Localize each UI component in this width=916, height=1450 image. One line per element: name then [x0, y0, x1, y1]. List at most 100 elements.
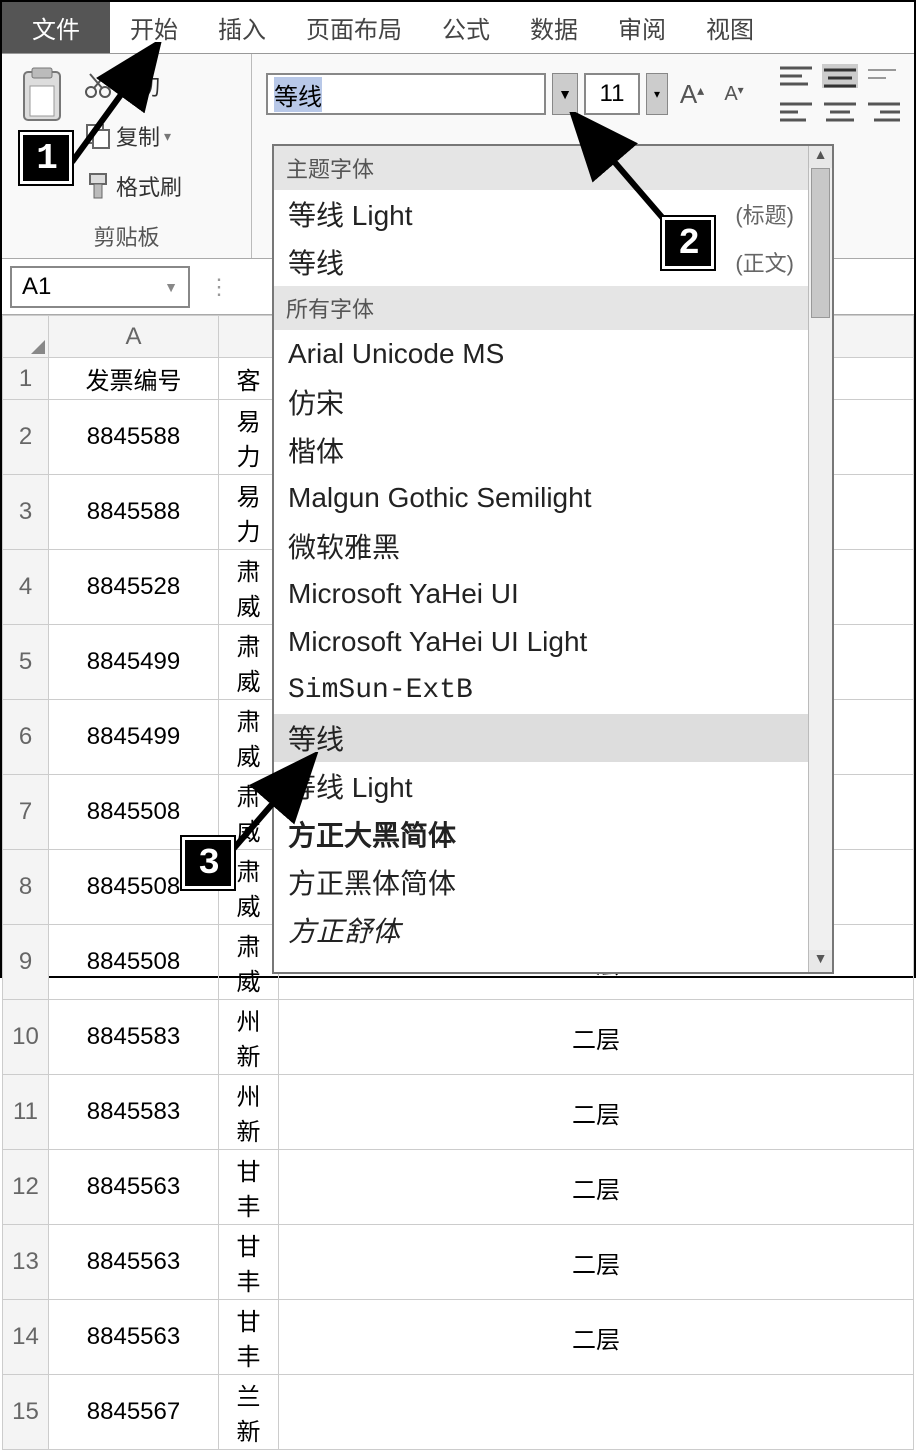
font-item[interactable]: 方正舒体	[274, 906, 808, 954]
increase-font-arrow-icon: ▴	[697, 82, 704, 98]
align-right-icon[interactable]	[866, 100, 902, 124]
font-name-dropdown-button[interactable]: ▼	[552, 73, 578, 115]
cell[interactable]: 客	[219, 358, 279, 400]
font-item[interactable]: Malgun Gothic Semilight	[274, 474, 808, 522]
cell[interactable]: 州新	[219, 1000, 279, 1075]
cell[interactable]: 8845588	[49, 475, 219, 550]
scroll-up-icon[interactable]: ▲	[809, 146, 832, 168]
cell[interactable]: 8845528	[49, 550, 219, 625]
row-header[interactable]: 4	[3, 550, 49, 625]
font-item[interactable]: 方正大黑简体	[274, 810, 808, 858]
cell[interactable]: 二层	[279, 1000, 914, 1075]
cell[interactable]: 8845583	[49, 1000, 219, 1075]
font-item[interactable]: 方正黑体简体	[274, 858, 808, 906]
cell[interactable]: 二层	[279, 1075, 914, 1150]
align-left-icon[interactable]	[778, 100, 814, 124]
align-bottom-icon[interactable]	[866, 64, 902, 88]
cell[interactable]: 州新	[219, 1075, 279, 1150]
cell[interactable]: 8845563	[49, 1225, 219, 1300]
tab-insert[interactable]: 插入	[198, 2, 286, 53]
tab-layout[interactable]: 页面布局	[286, 2, 422, 53]
cell[interactable]: 肃威	[219, 550, 279, 625]
font-item-hovered[interactable]: 等线	[274, 714, 808, 762]
tab-review[interactable]: 审阅	[598, 2, 686, 53]
font-item[interactable]: 等线 Light	[274, 762, 808, 810]
cell[interactable]: 兰新	[219, 1375, 279, 1450]
align-center-icon[interactable]	[822, 100, 858, 124]
chevron-down-icon[interactable]: ▼	[164, 279, 178, 295]
cell[interactable]: 二层	[279, 1225, 914, 1300]
font-item[interactable]: 仿宋	[274, 378, 808, 426]
row-header[interactable]: 12	[3, 1150, 49, 1225]
decrease-font-button[interactable]: A▾	[716, 83, 752, 106]
font-name-combo[interactable]: 等线	[266, 73, 546, 115]
row-header[interactable]: 7	[3, 775, 49, 850]
cell[interactable]: 甘丰	[219, 1225, 279, 1300]
cell[interactable]: 二层	[279, 1150, 914, 1225]
font-dropdown-scrollbar[interactable]: ▲ ▼	[808, 146, 832, 972]
row-header[interactable]: 13	[3, 1225, 49, 1300]
tab-view[interactable]: 视图	[686, 2, 774, 53]
cell[interactable]: 易力	[219, 400, 279, 475]
font-item[interactable]: Microsoft YaHei UI Light	[274, 618, 808, 666]
font-item[interactable]: Microsoft YaHei UI	[274, 570, 808, 618]
row-header[interactable]: 8	[3, 850, 49, 925]
font-item[interactable]: SimSun-ExtB	[274, 666, 808, 714]
font-item-name: 方正舒体	[288, 910, 400, 950]
cell[interactable]: 8845563	[49, 1300, 219, 1375]
font-item[interactable]: Arial Unicode MS	[274, 330, 808, 378]
row-header[interactable]: 2	[3, 400, 49, 475]
font-item-name: 等线 Light	[288, 194, 413, 234]
row-header[interactable]: 5	[3, 625, 49, 700]
cell[interactable]: 肃威	[219, 925, 279, 1000]
cell[interactable]: 8845499	[49, 700, 219, 775]
row-header[interactable]: 11	[3, 1075, 49, 1150]
clipboard-icon	[16, 66, 68, 126]
row-header[interactable]: 10	[3, 1000, 49, 1075]
paintbrush-icon	[84, 172, 112, 200]
format-painter-label: 格式刷	[116, 170, 182, 202]
cell[interactable]: 肃威	[219, 625, 279, 700]
row-header[interactable]: 3	[3, 475, 49, 550]
font-name-value: 等线	[274, 77, 322, 112]
cell[interactable]: 8845588	[49, 400, 219, 475]
font-item-name: 等线	[288, 242, 344, 282]
row-header[interactable]: 14	[3, 1300, 49, 1375]
font-dropdown-panel: 主题字体 等线 Light (标题) 等线 (正文) 所有字体 Arial Un…	[272, 144, 834, 974]
align-middle-icon[interactable]	[822, 64, 858, 88]
tab-data[interactable]: 数据	[510, 2, 598, 53]
cell[interactable]: 甘丰	[219, 1150, 279, 1225]
cell[interactable]: 甘丰	[219, 1300, 279, 1375]
increase-font-button[interactable]: A▴	[674, 79, 710, 110]
cell[interactable]: 8845567	[49, 1375, 219, 1450]
cell[interactable]: 8845499	[49, 625, 219, 700]
column-header-a[interactable]: A	[49, 316, 219, 358]
cell[interactable]: 二层	[279, 1300, 914, 1375]
font-item[interactable]: 楷体	[274, 426, 808, 474]
font-item[interactable]: 微软雅黑	[274, 522, 808, 570]
font-size-combo[interactable]: 11	[584, 73, 640, 115]
cell[interactable]: 8845583	[49, 1075, 219, 1150]
row-header[interactable]: 6	[3, 700, 49, 775]
cell[interactable]	[279, 1375, 914, 1450]
cell[interactable]: 8845508	[49, 925, 219, 1000]
callout-badge-1: 1	[20, 132, 72, 184]
font-item-hint: (标题)	[735, 198, 794, 230]
cell[interactable]: 易力	[219, 475, 279, 550]
cell[interactable]: 8845563	[49, 1150, 219, 1225]
font-size-dropdown-button[interactable]: ▾	[646, 73, 668, 115]
tab-formulas[interactable]: 公式	[422, 2, 510, 53]
align-top-icon[interactable]	[778, 64, 814, 88]
cell[interactable]: 发票编号	[49, 358, 219, 400]
name-box[interactable]: A1 ▼	[10, 266, 190, 308]
scroll-down-icon[interactable]: ▼	[809, 950, 832, 972]
callout-badge-3: 3	[182, 837, 234, 889]
select-all-corner[interactable]	[3, 316, 49, 358]
column-header-b[interactable]	[219, 316, 279, 358]
row-header[interactable]: 15	[3, 1375, 49, 1450]
scroll-thumb[interactable]	[811, 168, 830, 318]
font-size-value: 11	[600, 80, 625, 108]
row-header[interactable]: 1	[3, 358, 49, 400]
row-header[interactable]: 9	[3, 925, 49, 1000]
clipboard-group-label: 剪贴板	[6, 218, 247, 256]
